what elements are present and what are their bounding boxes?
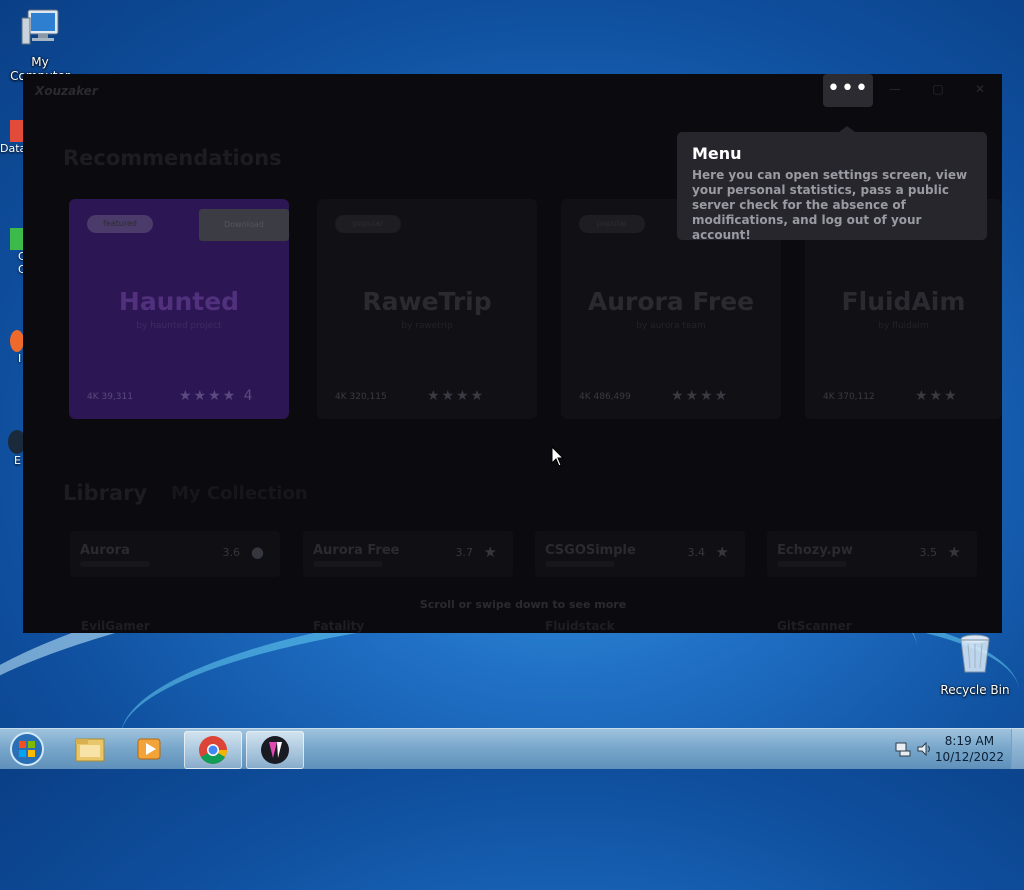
show-desktop-button[interactable] bbox=[1011, 729, 1024, 769]
library-item[interactable]: Aurora 3.6 ● bbox=[70, 531, 280, 577]
start-button[interactable] bbox=[4, 730, 50, 768]
library-item-name: Echozy.pw bbox=[777, 543, 853, 558]
card-rating: ★★★★ 4 bbox=[179, 388, 255, 404]
card-rating: ★★★★ bbox=[671, 388, 730, 404]
library-item-rating: 3.6 bbox=[222, 546, 241, 559]
card-badge: popular bbox=[579, 215, 645, 233]
card-name: Aurora Free bbox=[587, 287, 755, 316]
card-rating: ★★★ bbox=[915, 388, 959, 404]
library-item-rating: 3.5 bbox=[919, 546, 938, 559]
card-name: Haunted bbox=[118, 287, 240, 316]
library-title: Library bbox=[63, 481, 148, 505]
card-author: by fluidaim bbox=[878, 321, 929, 331]
folder-icon bbox=[75, 738, 105, 762]
star-icon: ★★★★ bbox=[179, 388, 238, 404]
library-item-name: Aurora Free bbox=[313, 543, 400, 558]
volume-icon[interactable] bbox=[916, 740, 934, 758]
library-item[interactable]: Aurora Free 3.7 ★ bbox=[303, 531, 513, 577]
library-item-name: CSGOSimple bbox=[545, 543, 636, 558]
card-downloads: 4K 320,115 bbox=[335, 392, 387, 402]
card-badge: featured bbox=[87, 215, 153, 233]
desktop-icon-my-computer[interactable]: My Computer bbox=[0, 8, 80, 83]
card-download-button[interactable]: Download bbox=[199, 209, 289, 241]
card-name: FluidAim bbox=[841, 287, 966, 316]
shortcut-icon bbox=[10, 120, 24, 142]
rating-value: 4 bbox=[243, 388, 255, 404]
shortcut-icon bbox=[10, 330, 24, 352]
desktop-icon-label: I bbox=[18, 352, 22, 365]
network-icon[interactable] bbox=[894, 740, 912, 758]
mouse-cursor-icon bbox=[551, 446, 565, 467]
tag-icon: ● bbox=[250, 543, 264, 561]
library-item-rating: 3.4 bbox=[687, 546, 706, 559]
media-player-icon bbox=[137, 738, 161, 760]
more-icon: ••• bbox=[827, 76, 869, 101]
scroll-hint: Scroll or swipe down to see more bbox=[419, 598, 627, 611]
library-item[interactable]: EvilGamer bbox=[81, 619, 150, 633]
taskbar-media-player-button[interactable] bbox=[122, 731, 178, 767]
desktop-icon-partial[interactable]: E bbox=[0, 430, 26, 467]
recommendations-title: Recommendations bbox=[63, 146, 282, 170]
library-item[interactable]: Echozy.pw 3.5 ★ bbox=[767, 531, 977, 577]
recommendation-card[interactable]: featured Download Haunted by haunted pro… bbox=[69, 199, 289, 419]
card-downloads: 4K 39,311 bbox=[87, 392, 133, 402]
library-item[interactable]: Fluidstack bbox=[545, 619, 615, 633]
app-titlebar: Xouzaker ••• — ▢ ✕ bbox=[23, 74, 1002, 108]
menu-button[interactable]: ••• bbox=[823, 74, 873, 107]
star-icon: ★ bbox=[483, 543, 497, 561]
star-icon: ★ bbox=[947, 543, 961, 561]
app-icon bbox=[261, 736, 289, 764]
system-tray: 8:19 AM 10/12/2022 bbox=[884, 729, 1024, 769]
desktop-icon-partial[interactable]: Data bbox=[0, 120, 26, 155]
shortcut-icon bbox=[10, 228, 24, 250]
app-title: Xouzaker bbox=[35, 84, 98, 98]
recommendation-card[interactable]: popular RaweTrip by rawetrip 4K 320,115 … bbox=[317, 199, 537, 419]
desktop-icon-label: Recycle Bin bbox=[940, 683, 1010, 697]
maximize-button[interactable]: ▢ bbox=[926, 82, 950, 100]
minimize-button[interactable]: — bbox=[883, 82, 907, 100]
card-downloads: 4K 370,112 bbox=[823, 392, 875, 402]
library-item[interactable]: CSGOSimple 3.4 ★ bbox=[535, 531, 745, 577]
card-downloads: 4K 486,499 bbox=[579, 392, 631, 402]
menu-tooltip: Menu Here you can open settings screen, … bbox=[677, 132, 987, 242]
desktop-icon-partial[interactable]: I bbox=[0, 330, 24, 365]
desktop-icon-label: E bbox=[14, 454, 21, 467]
desktop-icon-partial[interactable]: C C bbox=[0, 228, 26, 276]
app-window: Xouzaker ••• — ▢ ✕ Recommendations featu… bbox=[23, 74, 1002, 633]
tooltip-text: Here you can open settings screen, view … bbox=[692, 168, 968, 242]
card-badge: popular bbox=[335, 215, 401, 233]
card-author: by haunted project bbox=[136, 321, 222, 331]
recycle-bin-icon bbox=[960, 634, 990, 673]
star-icon: ★ bbox=[715, 543, 729, 561]
clock-time: 8:19 AM bbox=[944, 734, 995, 748]
chrome-icon bbox=[199, 736, 227, 764]
library-item-rating: 3.7 bbox=[455, 546, 474, 559]
card-author: by rawetrip bbox=[401, 321, 453, 331]
card-name: RaweTrip bbox=[362, 287, 492, 316]
taskbar-app-button[interactable] bbox=[246, 731, 304, 769]
desktop-icon-recycle-bin[interactable]: Recycle Bin bbox=[935, 632, 1015, 697]
computer-icon bbox=[21, 9, 59, 45]
library-item[interactable]: GitScanner bbox=[777, 619, 852, 633]
library-item[interactable]: Fatality bbox=[313, 619, 364, 633]
clock[interactable]: 8:19 AM 10/12/2022 bbox=[935, 733, 1004, 765]
taskbar-explorer-button[interactable] bbox=[62, 731, 118, 767]
card-author: by aurora team bbox=[636, 321, 706, 331]
close-button[interactable]: ✕ bbox=[968, 82, 992, 100]
taskbar: 8:19 AM 10/12/2022 bbox=[0, 728, 1024, 769]
library-item-name: Aurora bbox=[80, 543, 130, 558]
tooltip-title: Menu bbox=[692, 144, 742, 163]
clock-date: 10/12/2022 bbox=[934, 750, 1004, 764]
card-rating: ★★★★ bbox=[427, 388, 486, 404]
taskbar-chrome-button[interactable] bbox=[184, 731, 242, 769]
library-tab[interactable]: My Collection bbox=[171, 483, 308, 504]
